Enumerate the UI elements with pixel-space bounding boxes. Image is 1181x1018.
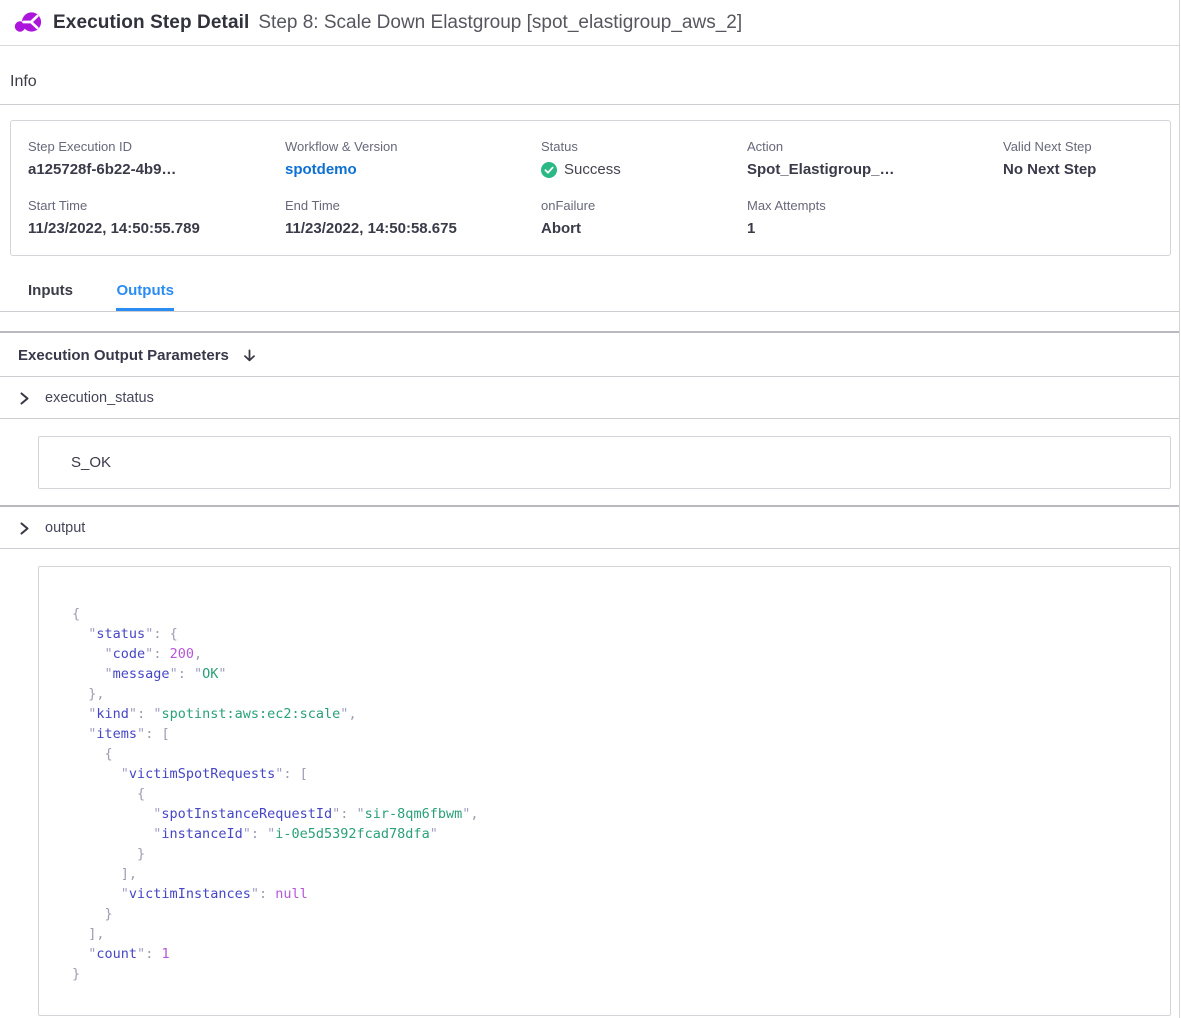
- field-label: Valid Next Step: [1003, 139, 1170, 154]
- field-value: Abort: [541, 220, 747, 237]
- success-check-icon: [541, 162, 557, 178]
- chevron-right-icon: [18, 392, 31, 405]
- execution-step-detail-panel: Execution Step Detail Step 8: Scale Down…: [0, 0, 1180, 1018]
- tab-inputs[interactable]: Inputs: [28, 282, 73, 311]
- field-value: Spot_Elastigroup_…: [747, 161, 1003, 178]
- execution-output-parameters-header: Execution Output Parameters: [0, 333, 1179, 377]
- field-step-execution-id: Step Execution ID a125728f-6b22-4b9…: [28, 139, 285, 178]
- page-subtitle: Step 8: Scale Down Elastgroup [spot_elas…: [258, 12, 742, 34]
- field-label: Workflow & Version: [285, 139, 541, 154]
- output-json-box: { "status": { "code": 200, "message": "O…: [38, 566, 1171, 1016]
- page-title: Execution Step Detail: [53, 12, 249, 34]
- tab-bar: Inputs Outputs: [0, 282, 1179, 312]
- execution-output-parameters-title: Execution Output Parameters: [18, 347, 229, 364]
- spot-logo-icon: [13, 10, 43, 36]
- field-end-time: End Time 11/23/2022, 14:50:58.675: [285, 198, 541, 237]
- header: Execution Step Detail Step 8: Scale Down…: [0, 0, 1179, 46]
- field-empty: [1003, 198, 1170, 237]
- param-row-execution-status[interactable]: execution_status: [0, 377, 1179, 419]
- field-label: Step Execution ID: [28, 139, 285, 154]
- output-json-code: { "status": { "code": 200, "message": "O…: [72, 604, 1170, 984]
- param-row-output[interactable]: output: [0, 507, 1179, 549]
- field-max-attempts: Max Attempts 1: [747, 198, 1003, 237]
- field-value: No Next Step: [1003, 161, 1170, 178]
- field-label: End Time: [285, 198, 541, 213]
- info-card: Step Execution ID a125728f-6b22-4b9… Wor…: [10, 120, 1171, 256]
- field-status: Status Success: [541, 139, 747, 178]
- field-valid-next-step: Valid Next Step No Next Step: [1003, 139, 1170, 178]
- field-workflow-version: Workflow & Version spotdemo: [285, 139, 541, 178]
- field-label: Start Time: [28, 198, 285, 213]
- workflow-link[interactable]: spotdemo: [285, 161, 541, 178]
- field-label: onFailure: [541, 198, 747, 213]
- execution-status-value: S_OK: [71, 454, 111, 471]
- field-start-time: Start Time 11/23/2022, 14:50:55.789: [28, 198, 285, 237]
- field-label: Status: [541, 139, 747, 154]
- execution-status-value-box: S_OK: [38, 436, 1171, 489]
- field-value: a125728f-6b22-4b9…: [28, 161, 285, 178]
- param-name: execution_status: [45, 390, 154, 406]
- field-value: 11/23/2022, 14:50:55.789: [28, 220, 285, 237]
- chevron-right-icon: [18, 522, 31, 535]
- status-text: Success: [564, 161, 621, 178]
- arrow-down-icon[interactable]: [242, 348, 257, 363]
- tab-outputs[interactable]: Outputs: [116, 282, 174, 311]
- field-onfailure: onFailure Abort: [541, 198, 747, 237]
- field-label: Max Attempts: [747, 198, 1003, 213]
- field-value: 1: [747, 220, 1003, 237]
- info-section-label: Info: [0, 46, 1179, 105]
- field-action: Action Spot_Elastigroup_…: [747, 139, 1003, 178]
- field-value: 11/23/2022, 14:50:58.675: [285, 220, 541, 237]
- status-badge: Success: [541, 161, 747, 178]
- param-name: output: [45, 520, 85, 536]
- field-label: Action: [747, 139, 1003, 154]
